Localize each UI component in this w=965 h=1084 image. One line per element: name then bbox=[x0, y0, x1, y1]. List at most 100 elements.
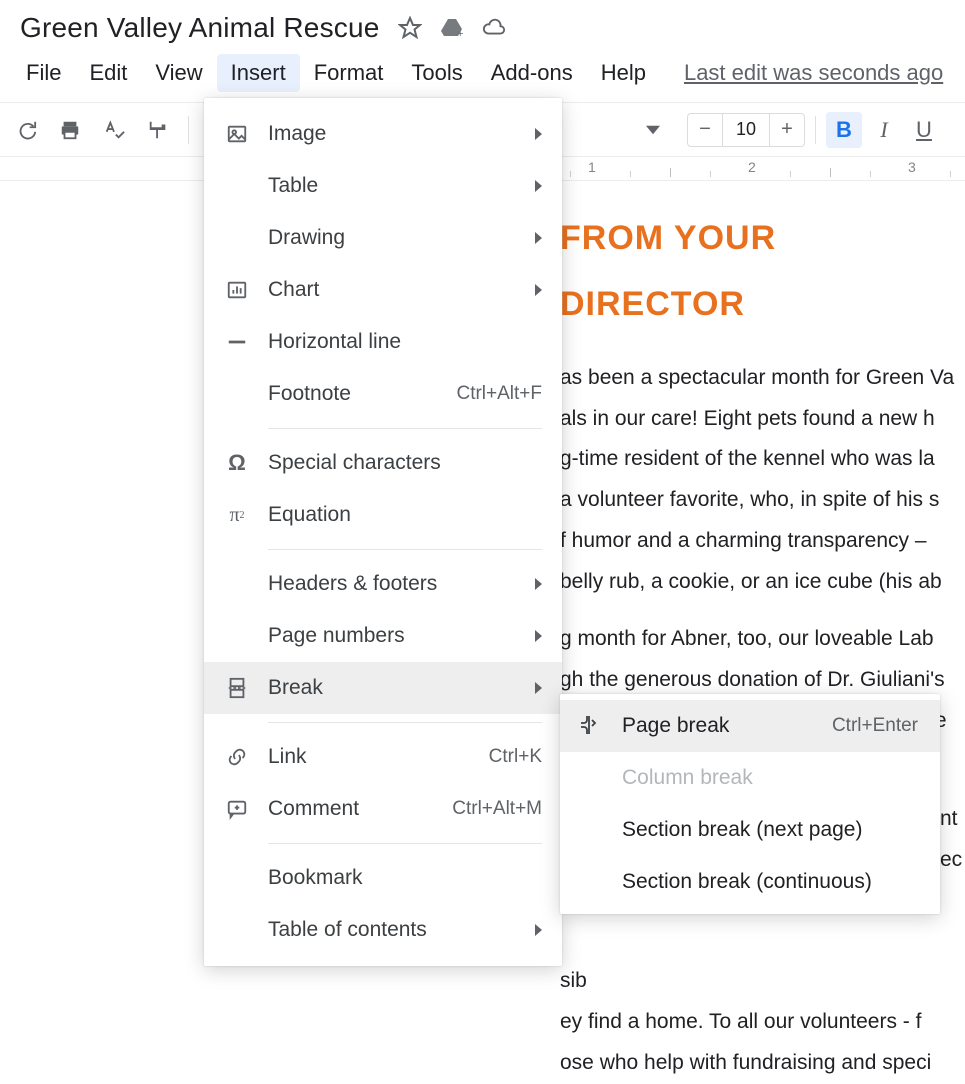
toolbar-separator bbox=[815, 116, 816, 144]
omega-icon: Ω bbox=[224, 450, 250, 476]
submenu-arrow-icon bbox=[535, 284, 542, 296]
italic-button[interactable]: I bbox=[866, 112, 902, 148]
last-edit-link[interactable]: Last edit was seconds ago bbox=[684, 60, 943, 86]
menu-label: Column break bbox=[622, 766, 918, 790]
insert-page-numbers[interactable]: Page numbers bbox=[204, 610, 562, 662]
blank-icon bbox=[224, 225, 250, 251]
menu-bar: File Edit View Insert Format Tools Add-o… bbox=[0, 48, 965, 103]
menu-view[interactable]: View bbox=[141, 54, 216, 92]
font-size-control: − 10 + bbox=[687, 113, 805, 147]
menu-addons[interactable]: Add-ons bbox=[477, 54, 587, 92]
document-title[interactable]: Green Valley Animal Rescue bbox=[20, 12, 380, 44]
menu-label: Section break (continuous) bbox=[622, 870, 918, 894]
underline-button[interactable]: U bbox=[906, 112, 942, 148]
menu-label: Page numbers bbox=[268, 624, 517, 648]
insert-equation[interactable]: π2 Equation bbox=[204, 489, 562, 541]
break-page[interactable]: Page break Ctrl+Enter bbox=[560, 700, 940, 752]
insert-break[interactable]: Break bbox=[204, 662, 562, 714]
blank-icon bbox=[224, 917, 250, 943]
menu-label: Chart bbox=[268, 278, 517, 302]
image-icon bbox=[224, 121, 250, 147]
drive-icon[interactable]: + bbox=[440, 16, 464, 40]
menu-edit[interactable]: Edit bbox=[75, 54, 141, 92]
horizontal-line-icon bbox=[224, 329, 250, 355]
menu-separator bbox=[268, 549, 542, 550]
submenu-arrow-icon bbox=[535, 128, 542, 140]
shortcut-label: Ctrl+K bbox=[489, 746, 542, 768]
menu-label: Comment bbox=[268, 797, 434, 821]
page-break-icon bbox=[224, 675, 250, 701]
menu-label: Section break (next page) bbox=[622, 818, 918, 842]
menu-label: Table of contents bbox=[268, 918, 517, 942]
pi-icon: π2 bbox=[224, 502, 250, 528]
menu-label: Break bbox=[268, 676, 517, 700]
menu-label: Bookmark bbox=[268, 866, 542, 890]
ruler-number: 2 bbox=[748, 159, 756, 175]
dropdown-caret-icon[interactable] bbox=[633, 112, 673, 148]
document-paragraph: sib ey find a home. To all our volunteer… bbox=[560, 961, 965, 1084]
menu-label: Page break bbox=[622, 714, 832, 738]
menu-label: Equation bbox=[268, 503, 542, 527]
chart-icon bbox=[224, 277, 250, 303]
insert-link[interactable]: Link Ctrl+K bbox=[204, 731, 562, 783]
star-icon[interactable] bbox=[398, 16, 422, 40]
ruler-number: 1 bbox=[588, 159, 596, 175]
font-size-value[interactable]: 10 bbox=[722, 114, 770, 146]
insert-table-of-contents[interactable]: Table of contents bbox=[204, 904, 562, 956]
redo-icon[interactable] bbox=[6, 112, 46, 148]
font-size-increase[interactable]: + bbox=[770, 114, 804, 146]
link-icon bbox=[224, 744, 250, 770]
menu-label: Image bbox=[268, 122, 517, 146]
shortcut-label: Ctrl+Alt+M bbox=[452, 798, 542, 820]
menu-help[interactable]: Help bbox=[587, 54, 660, 92]
break-submenu: Page break Ctrl+Enter Column break Secti… bbox=[560, 694, 940, 914]
insert-chart[interactable]: Chart bbox=[204, 264, 562, 316]
insert-bookmark[interactable]: Bookmark bbox=[204, 852, 562, 904]
insert-headers-footers[interactable]: Headers & footers bbox=[204, 558, 562, 610]
insert-image[interactable]: Image bbox=[204, 108, 562, 160]
menu-label: Link bbox=[268, 745, 471, 769]
paint-format-icon[interactable] bbox=[138, 112, 178, 148]
insert-comment[interactable]: Comment Ctrl+Alt+M bbox=[204, 783, 562, 835]
document-paragraph: as been a spectacular month for Green Va… bbox=[560, 358, 965, 604]
cursor-icon bbox=[578, 713, 604, 739]
shortcut-label: Ctrl+Alt+F bbox=[456, 383, 542, 405]
menu-insert[interactable]: Insert bbox=[217, 54, 300, 92]
insert-special-characters[interactable]: Ω Special characters bbox=[204, 437, 562, 489]
menu-label: Horizontal line bbox=[268, 330, 542, 354]
document-heading: FROM YOUR DIRECTOR bbox=[560, 205, 965, 338]
cloud-icon[interactable] bbox=[482, 16, 506, 40]
svg-text:+: + bbox=[457, 28, 463, 40]
submenu-arrow-icon bbox=[535, 232, 542, 244]
toolbar-separator bbox=[188, 116, 189, 144]
break-column: Column break bbox=[560, 752, 940, 804]
submenu-arrow-icon bbox=[535, 578, 542, 590]
blank-icon bbox=[224, 173, 250, 199]
break-section-continuous[interactable]: Section break (continuous) bbox=[560, 856, 940, 908]
insert-table[interactable]: Table bbox=[204, 160, 562, 212]
blank-icon bbox=[224, 865, 250, 891]
menu-label: Footnote bbox=[268, 382, 438, 406]
insert-drawing[interactable]: Drawing bbox=[204, 212, 562, 264]
menu-tools[interactable]: Tools bbox=[397, 54, 476, 92]
menu-label: Headers & footers bbox=[268, 572, 517, 596]
title-bar: Green Valley Animal Rescue + bbox=[0, 0, 965, 48]
blank-icon bbox=[224, 381, 250, 407]
menu-label: Table bbox=[268, 174, 517, 198]
bold-button[interactable]: B bbox=[826, 112, 862, 148]
spellcheck-icon[interactable] bbox=[94, 112, 134, 148]
insert-horizontal-line[interactable]: Horizontal line bbox=[204, 316, 562, 368]
break-section-next-page[interactable]: Section break (next page) bbox=[560, 804, 940, 856]
menu-separator bbox=[268, 843, 542, 844]
comment-icon bbox=[224, 796, 250, 822]
menu-format[interactable]: Format bbox=[300, 54, 398, 92]
submenu-arrow-icon bbox=[535, 180, 542, 192]
insert-footnote[interactable]: Footnote Ctrl+Alt+F bbox=[204, 368, 562, 420]
menu-file[interactable]: File bbox=[12, 54, 75, 92]
blank-icon bbox=[224, 623, 250, 649]
submenu-arrow-icon bbox=[535, 682, 542, 694]
print-icon[interactable] bbox=[50, 112, 90, 148]
menu-separator bbox=[268, 428, 542, 429]
menu-label: Drawing bbox=[268, 226, 517, 250]
font-size-decrease[interactable]: − bbox=[688, 114, 722, 146]
